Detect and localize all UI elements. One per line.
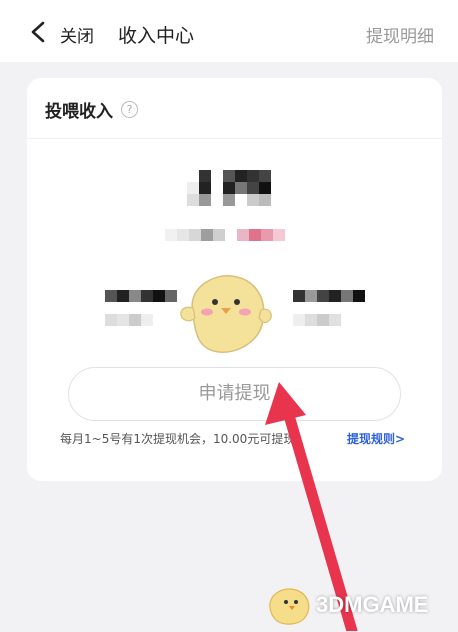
watermark-logo: 3DMGAME (262, 584, 452, 628)
withdraw-rules-link[interactable]: 提现规则> (347, 430, 405, 447)
apply-withdraw-button[interactable]: 申请提现 (68, 367, 401, 421)
pixelated-subtext (165, 229, 309, 241)
pixelated-amount (187, 170, 283, 206)
bird-mascot-icon (269, 588, 310, 625)
page-title: 收入中心 (118, 25, 195, 47)
withdraw-detail-link[interactable]: 提现明细 (366, 22, 434, 47)
top-bar: 关闭 收入中心 提现明细 (0, 0, 458, 62)
close-button[interactable]: 关闭 (60, 22, 94, 47)
withdraw-rule-text: 每月1~5号有1次提现机会，10.00元可提现， (60, 432, 308, 446)
mascot-sticker (180, 275, 272, 353)
pixelated-left-stat (105, 290, 177, 326)
pixelated-right-stat (293, 290, 365, 326)
card-header: 投喂收入 ? (45, 97, 138, 122)
card-title: 投喂收入 (45, 102, 113, 122)
watermark-text: 3DMGAME (316, 592, 429, 617)
question-circle-icon[interactable]: ? (121, 101, 138, 118)
chevron-left-icon[interactable] (28, 20, 50, 44)
divider (27, 138, 442, 139)
